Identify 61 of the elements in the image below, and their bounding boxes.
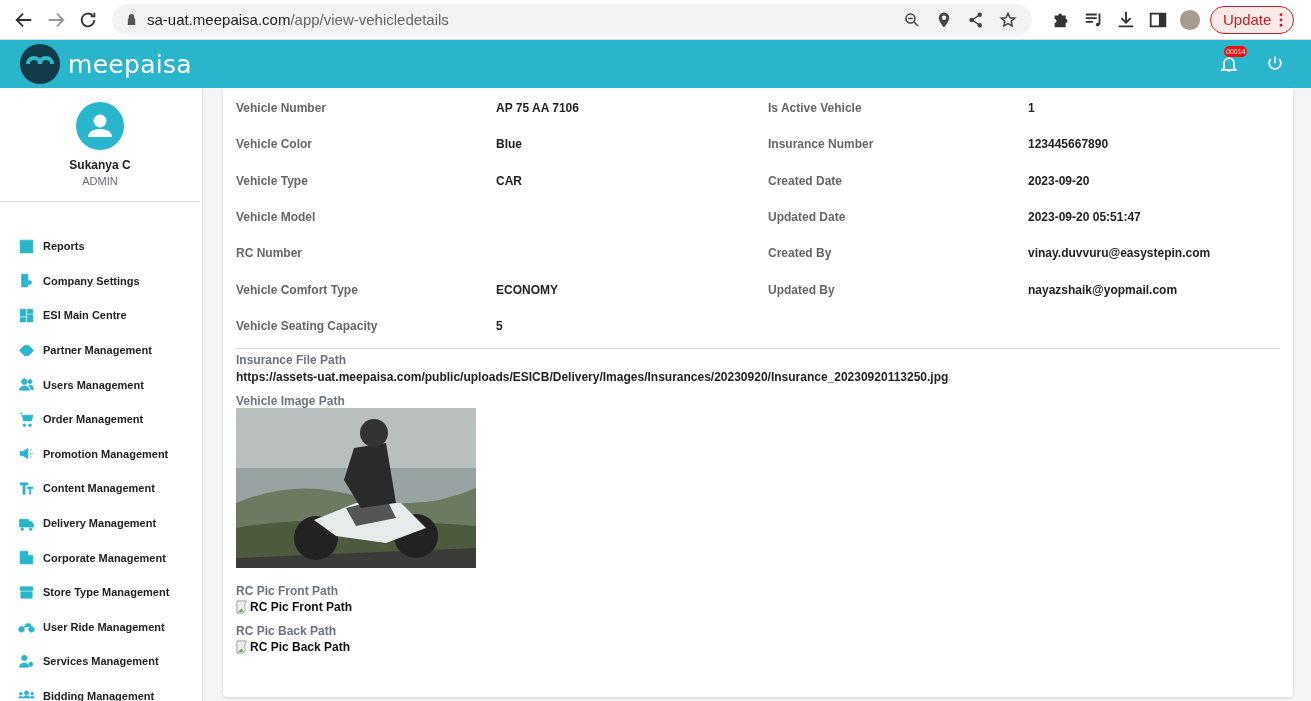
zoom-out-icon[interactable] [903,10,921,29]
logo-text: meepaisa [68,49,192,79]
sidebar-item[interactable]: Company Settings [0,263,202,299]
field-label: Vehicle Number [236,101,328,116]
logo-icon [20,44,60,84]
image-alt-text: RC Pic Back Path [250,640,351,655]
broken-image-icon [236,640,250,655]
field-value: Blue [496,137,522,152]
field-value: 2023-09-20 [1028,173,1090,188]
url-text: sa-uat.meepaisa.com/app/view-vehicledetails [147,11,449,28]
sidebar-item[interactable]: Partner Management [0,332,202,368]
bell-icon[interactable] [1219,54,1239,74]
field-value: 2023-09-20 05:51:47 [1028,210,1141,225]
sidebar-item[interactable]: ESI Main Centre [0,298,202,333]
field-value: 123445667890 [1028,137,1109,152]
field-value: CAR [496,173,522,188]
sidebar-item[interactable]: Order Management [0,401,202,437]
field-label: RC Pic Front Path [236,584,338,599]
field-label: Vehicle Seating Capacity [236,318,379,333]
sidebar-item[interactable]: Corporate Management [0,540,202,575]
sidebar-item[interactable]: Store Type Management [0,574,202,610]
field-value: 1 [1028,101,1035,116]
field-value: 5 [496,318,503,333]
address-bar[interactable]: sa-uat.meepaisa.com/app/view-vehicledetails [112,3,1032,36]
field-label: RC Pic Back Path [236,624,337,639]
field-label: Insurance File Path [236,353,347,368]
field-value: ECONOMY [496,282,558,297]
field-label: Vehicle Model [236,210,317,225]
lock-icon [126,13,137,26]
user-role: ADMIN [82,175,118,187]
field-label: Insurance Number [768,137,874,152]
field-label: RC Number [236,246,303,261]
field-value: https://assets-uat.meepaisa.com/public/uploads/ESICB/Delivery/Images/Insurances/20230920/Insurance_20230920113250.jpg [236,370,949,385]
sidebar-item[interactable]: User Ride Management [0,609,202,645]
sidebar-item[interactable]: Users Management [0,367,202,402]
sidebar-item[interactable]: Services Management [0,644,202,679]
avatar-icon[interactable] [1179,8,1201,31]
field-label: Vehicle Color [236,137,314,152]
field-label: Is Active Vehicle [768,101,862,116]
share-icon[interactable] [967,10,985,29]
field-label: Vehicle Comfort Type [236,282,359,297]
broken-image-icon [236,600,250,615]
field-value: nayazshaik@yopmail.com [1028,282,1178,297]
sidebar-item[interactable]: Content Management [0,471,202,506]
star-icon[interactable] [999,10,1017,29]
sidebar-item[interactable]: Delivery Management [0,505,202,541]
user-name: Sukanya C [69,158,131,172]
update-button[interactable]: Update [1210,5,1295,34]
user-avatar-icon [76,102,124,150]
field-value: AP 75 AA 7106 [496,101,579,116]
sidebar-item[interactable]: Promotion Management [0,436,202,472]
image-alt-text: RC Pic Front Path [250,600,352,615]
field-label: Vehicle Image Path [236,394,345,409]
more-icon [1279,12,1284,27]
field-label: Created Date [768,173,843,188]
field-label: Created By [768,246,832,261]
sidebar-item[interactable]: Reports [0,229,202,264]
field-label: Updated By [768,282,835,297]
field-value: vinay.duvvuru@easystepin.com [1028,246,1211,261]
field-label: Updated Date [768,210,846,225]
field-label: Vehicle Type [236,173,309,188]
